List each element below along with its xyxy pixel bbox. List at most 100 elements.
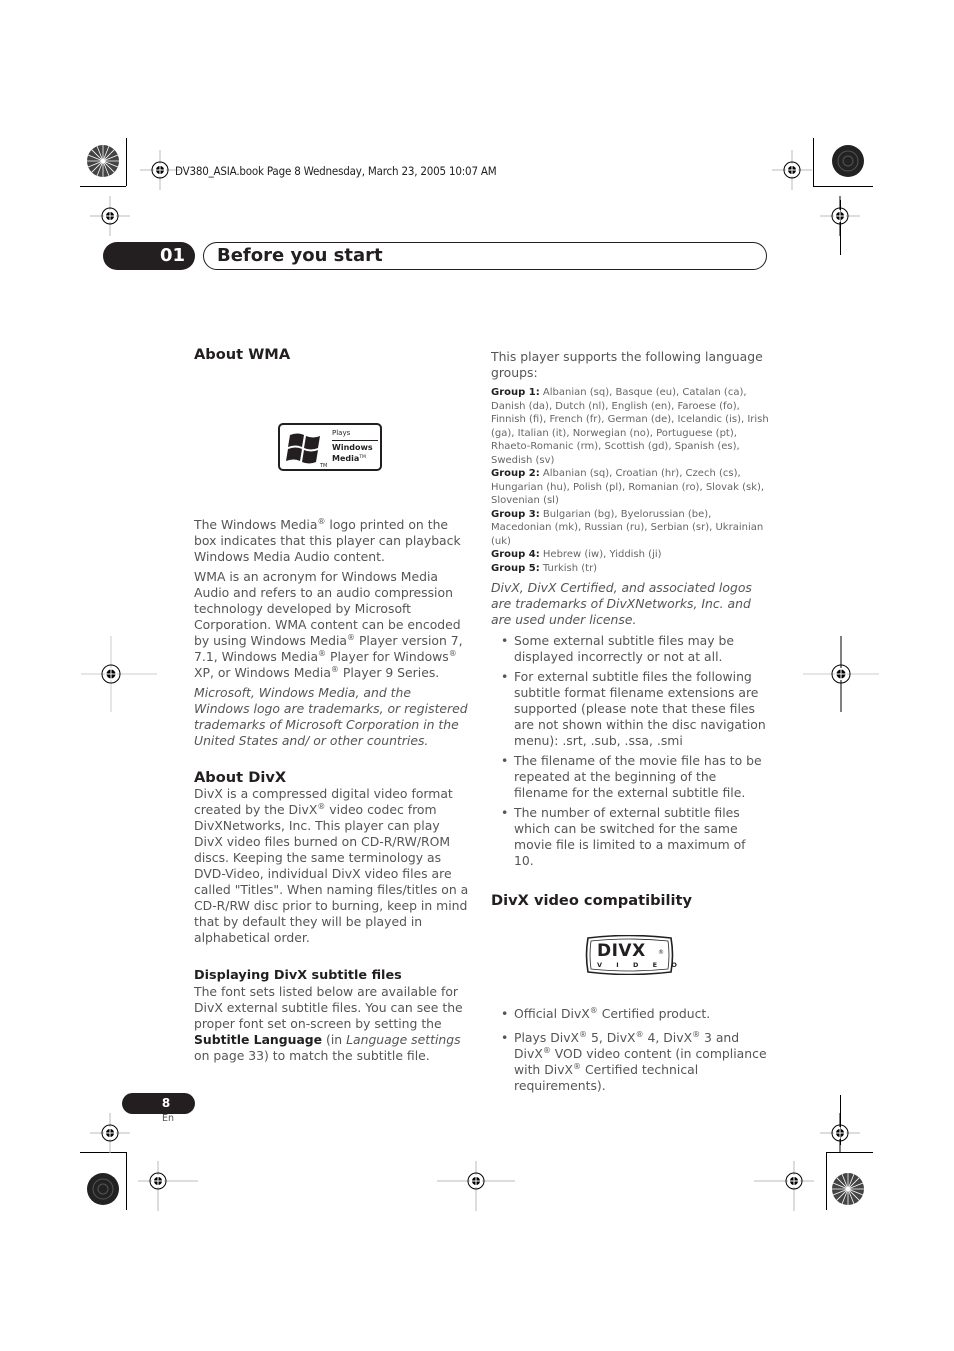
logo-divider	[332, 440, 378, 441]
text-span: The font sets listed below are available…	[194, 984, 463, 1031]
group-languages: Hebrew (iw), Yiddish (ji)	[539, 549, 662, 560]
chapter-title: Before you start	[203, 242, 767, 270]
group-label: Group 3:	[491, 508, 540, 520]
crop-mark-bl-v	[126, 1152, 127, 1210]
subtitle-files-paragraph: The font sets listed below are available…	[194, 984, 470, 1064]
chapter-number-badge: 01	[103, 242, 195, 270]
text-span: Player 9 Series.	[338, 665, 440, 680]
page-language-code: En	[162, 1113, 175, 1124]
list-item: • The filename of the movie file has to b…	[491, 753, 769, 801]
crop-mark-tr-v	[813, 138, 814, 186]
registered-mark: ®	[347, 633, 356, 642]
list-item: • For external subtitle files the followi…	[491, 669, 769, 749]
bullet: •	[501, 633, 509, 648]
list-item-text: The number of external subtitle files wh…	[514, 805, 746, 868]
microsoft-trademark-note: Microsoft, Windows Media, and the Window…	[194, 685, 468, 748]
about-divx-paragraph: DivX is a compressed digital video forma…	[194, 786, 470, 946]
registration-mark-icon	[90, 196, 130, 236]
bullet: •	[501, 1006, 509, 1021]
registered-mark: ®	[692, 1030, 701, 1039]
page-number: 8	[161, 1096, 171, 1110]
text-span: on page 33) to match the subtitle file.	[194, 1048, 430, 1063]
registration-mark-icon	[90, 1113, 130, 1153]
divx-compat-heading: DivX video compatibility	[491, 892, 693, 909]
logo-plays-label: Plays	[332, 429, 351, 437]
text-span: Official DivX	[514, 1006, 590, 1021]
list-item-text: For external subtitle files the followin…	[514, 669, 766, 748]
language-groups-list: Group 1: Albanian (sq), Basque (eu), Cat…	[491, 386, 769, 575]
about-wma-heading: About WMA	[194, 346, 291, 363]
language-groups-intro: This player supports the following langu…	[491, 349, 763, 380]
starburst-target-icon	[87, 145, 119, 177]
text-span: Plays DivX	[514, 1030, 580, 1045]
registration-mark-icon	[437, 1161, 515, 1211]
registration-mark-icon	[820, 1113, 860, 1153]
group-languages: Turkish (tr)	[539, 562, 598, 574]
dark-target-icon	[832, 145, 864, 177]
text-span: (in	[322, 1032, 347, 1047]
crop-mark-tl-h	[80, 186, 126, 187]
registration-mark-icon	[140, 150, 180, 190]
text-span: The Windows Media	[194, 517, 318, 532]
registered-mark: ®	[318, 649, 327, 658]
subtitle-language-setting: Subtitle Language	[194, 1032, 323, 1047]
bullet: •	[501, 1030, 509, 1045]
list-item: • Plays DivX® 5, DivX® 4, DivX® 3 and Div…	[491, 1030, 769, 1094]
logo-windows-label: Windows	[332, 443, 373, 452]
group-label: Group 1:	[491, 387, 540, 398]
registration-mark-icon	[803, 636, 879, 712]
compat-list: • Official DivX® Certified product. • Play…	[491, 1006, 769, 1094]
starburst-target-icon	[832, 1173, 864, 1205]
registration-mark-icon	[754, 1161, 814, 1211]
book-info-slug: DV380_ASIA.book Page 8 Wednesday, March …	[175, 164, 497, 178]
registration-mark-icon	[138, 1161, 198, 1211]
language-group: Group 4: Hebrew (iw), Yiddish (ji)	[491, 548, 769, 562]
language-settings-reference: Language settings	[346, 1032, 461, 1047]
divx-logo-video: V I D E O	[597, 961, 683, 969]
subtitle-notes-list: • Some external subtitle files may be dis…	[491, 633, 769, 869]
wma-logo-paragraph: The Windows Media® logo printed on the b…	[194, 517, 470, 565]
registered-mark: ®	[573, 1062, 582, 1071]
registration-mark-icon	[81, 636, 157, 712]
crop-mark-tl-v	[126, 138, 127, 186]
divx-logo-wordmark: DIVX	[597, 941, 646, 961]
group-label: Group 2:	[491, 468, 540, 479]
text-span: Player for Windows	[326, 649, 449, 664]
logo-media-text: Media	[332, 454, 360, 463]
logo-tm: TM	[359, 455, 366, 460]
group-label: Group 5:	[491, 562, 540, 574]
group-label: Group 4:	[491, 549, 540, 560]
language-group: Group 5: Turkish (tr)	[491, 562, 769, 576]
right-column: This player supports the following langu…	[491, 349, 769, 1098]
text-span: video codec from DivXNetworks, Inc. This…	[194, 802, 469, 945]
registered-mark: ®	[542, 1046, 551, 1055]
flag-tm-label: TM	[320, 463, 328, 469]
list-item-text: The filename of the movie file has to be…	[514, 753, 762, 800]
crop-mark-br-v	[826, 1152, 827, 1210]
page-number-badge: 8	[122, 1093, 195, 1114]
registration-mark-icon	[772, 150, 812, 190]
bullet: •	[501, 805, 509, 820]
text-span: 5, DivX	[587, 1030, 636, 1045]
list-item: • Official DivX® Certified product.	[491, 1006, 769, 1022]
registration-mark-icon	[820, 196, 860, 236]
windows-media-logo: TM Plays Windows MediaTM	[278, 423, 382, 471]
text-span: 4, DivX	[643, 1030, 693, 1045]
wma-acronym-paragraph: WMA is an acronym for Windows Media Audi…	[194, 569, 470, 681]
registered-mark: ®	[330, 665, 339, 674]
bullet: •	[501, 753, 509, 768]
language-group: Group 1: Albanian (sq), Basque (eu), Cat…	[491, 386, 769, 467]
registered-mark: ®	[579, 1030, 588, 1039]
bullet: •	[501, 669, 509, 684]
list-item: • Some external subtitle files may be dis…	[491, 633, 769, 665]
list-item: • The number of external subtitle files w…	[491, 805, 769, 869]
language-group: Group 3: Bulgarian (bg), Byelorussian (b…	[491, 508, 769, 549]
list-item-text: Some external subtitle files may be disp…	[514, 633, 735, 664]
registered-mark: ®	[448, 649, 457, 658]
language-group: Group 2: Albanian (sq), Croatian (hr), C…	[491, 467, 769, 508]
logo-media-label: MediaTM	[332, 453, 366, 463]
registered-mark: ®	[635, 1030, 644, 1039]
divx-video-logo: DIVX ® V I D E O	[584, 935, 677, 975]
dark-target-icon	[87, 1173, 119, 1205]
subtitle-files-heading: Displaying DivX subtitle files	[194, 968, 402, 983]
